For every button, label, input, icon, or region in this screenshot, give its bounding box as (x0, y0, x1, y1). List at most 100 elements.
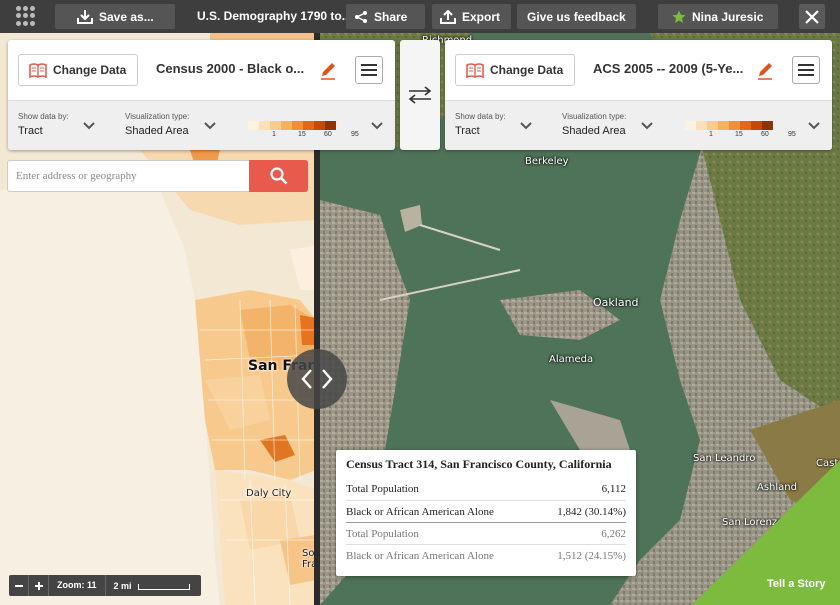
chevron-down-icon[interactable] (519, 121, 533, 131)
legend-swatch (751, 121, 762, 130)
legend-tick: 60 (761, 131, 769, 138)
tooltip-row-value: 1,842 (30.14%) (557, 506, 626, 518)
dataset-title[interactable]: Census 2000 - Black o... (156, 61, 308, 76)
legend-swatch (303, 121, 314, 130)
legend-swatch (729, 121, 740, 130)
panel-menu-button[interactable] (792, 56, 820, 84)
legend-swatch (259, 121, 270, 130)
zoom-level-readout: Zoom: 11 (49, 575, 106, 596)
show-data-by-label: Show data by: (455, 112, 506, 121)
chevron-down-icon[interactable] (82, 121, 96, 131)
share-label: Share (374, 9, 408, 24)
tooltip-row-value: 6,262 (601, 528, 626, 540)
zoom-in-button[interactable] (29, 575, 49, 596)
star-icon (672, 10, 686, 23)
close-icon (805, 9, 819, 24)
share-icon (355, 10, 367, 23)
chevron-down-icon[interactable] (203, 121, 217, 131)
user-name-label: Nina Juresic (692, 9, 764, 24)
show-data-by-select[interactable]: Tract (455, 125, 480, 137)
viz-type-select[interactable]: Shaded Area (125, 125, 189, 137)
chevron-right-icon (322, 369, 333, 389)
book-icon (466, 62, 484, 78)
legend-tick: 15 (298, 131, 306, 138)
legend-swatch (762, 121, 773, 130)
user-account-button[interactable]: Nina Juresic (658, 4, 778, 29)
chevron-left-icon (301, 369, 312, 389)
share-button[interactable]: Share (346, 4, 425, 29)
search-icon (269, 167, 287, 185)
top-bar: Save as... U.S. Demography 1790 to... Sh… (0, 0, 840, 33)
chevron-down-icon[interactable] (807, 121, 821, 131)
tooltip-row-label: Black or African American Alone (346, 550, 494, 562)
left-data-panel: Change Data Census 2000 - Black o... Sho… (8, 40, 395, 150)
legend-color-bar (685, 121, 795, 130)
legend-color-bar (248, 121, 358, 130)
change-data-label: Change Data (490, 63, 564, 77)
export-icon (440, 9, 456, 24)
swipe-handle[interactable] (287, 349, 347, 409)
search-button[interactable] (249, 160, 308, 192)
tooltip-row-label: Black or African American Alone (346, 506, 494, 518)
right-data-panel: Change Data ACS 2005 -- 2009 (5-Ye... Sh… (445, 40, 832, 150)
download-icon (77, 9, 93, 24)
legend-swatch (314, 121, 325, 130)
legend-swatch (325, 121, 336, 130)
color-legend[interactable]: 1 15 60 95 (685, 121, 796, 145)
legend-swatch (292, 121, 303, 130)
plus-icon (34, 581, 43, 590)
export-label: Export (462, 9, 501, 24)
change-data-label: Change Data (53, 63, 127, 77)
legend-swatch (248, 121, 259, 130)
color-legend[interactable]: 1 15 60 95 (248, 121, 359, 145)
close-button[interactable] (799, 4, 825, 29)
swap-arrows-icon (408, 86, 432, 104)
address-search-input[interactable] (7, 160, 249, 192)
tooltip-row: Total Population 6,262 (346, 522, 626, 544)
panel-menu-button[interactable] (355, 56, 383, 84)
feedback-button[interactable]: Give us feedback (517, 4, 636, 29)
legend-swatch (718, 121, 729, 130)
change-data-button[interactable]: Change Data (18, 54, 138, 86)
scale-bar (137, 584, 190, 590)
tooltip-row: Black or African American Alone 1,512 (2… (346, 544, 626, 566)
export-button[interactable]: Export (432, 4, 511, 29)
viz-type-label: Visualization type: (562, 112, 627, 121)
chevron-down-icon[interactable] (370, 121, 384, 131)
map-label-oakland: Oakland (593, 296, 639, 309)
apps-grid-icon[interactable] (16, 6, 36, 26)
legend-tick: 15 (735, 131, 743, 138)
scale-label: 2 mi (113, 580, 132, 591)
legend-swatch (685, 121, 696, 130)
tract-info-tooltip: Census Tract 314, San Francisco County, … (336, 450, 636, 576)
legend-tick: 95 (351, 131, 359, 138)
tooltip-row-label: Total Population (346, 483, 419, 495)
minus-icon (14, 584, 23, 587)
change-data-button[interactable]: Change Data (455, 54, 575, 86)
tell-a-story-label[interactable]: Tell a Story (767, 578, 825, 590)
tooltip-row: Black or African American Alone 1,842 (3… (346, 500, 626, 522)
edit-pencil-icon[interactable] (318, 61, 338, 81)
show-data-by-select[interactable]: Tract (18, 125, 43, 137)
feedback-label: Give us feedback (527, 9, 626, 24)
zoom-out-button[interactable] (9, 575, 29, 596)
legend-swatch (281, 121, 292, 130)
tooltip-row-value: 6,112 (601, 483, 626, 495)
tooltip-title: Census Tract 314, San Francisco County, … (346, 457, 612, 471)
project-title: U.S. Demography 1790 to... (197, 9, 347, 23)
chevron-down-icon[interactable] (640, 121, 654, 131)
save-as-label: Save as... (99, 9, 154, 24)
swap-panels-button[interactable] (400, 40, 440, 150)
save-as-button[interactable]: Save as... (55, 4, 175, 29)
legend-tick: 1 (709, 131, 713, 138)
edit-pencil-icon[interactable] (755, 61, 775, 81)
map-label-berkeley: Berkeley (525, 156, 569, 167)
dataset-title[interactable]: ACS 2005 -- 2009 (5-Ye... (593, 61, 745, 76)
legend-swatch (696, 121, 707, 130)
tooltip-row: Total Population 6,112 (346, 478, 626, 500)
show-data-by-label: Show data by: (18, 112, 69, 121)
map-label-alameda: Alameda (549, 354, 594, 365)
legend-tick: 1 (272, 131, 276, 138)
viz-type-label: Visualization type: (125, 112, 190, 121)
viz-type-select[interactable]: Shaded Area (562, 125, 626, 137)
